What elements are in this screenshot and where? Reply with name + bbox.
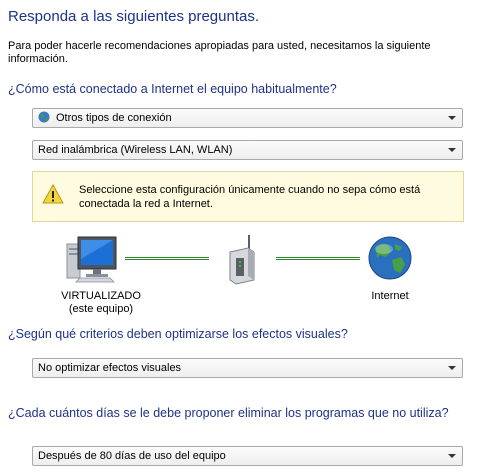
network-type-value: Red inalámbrica (Wireless LAN, WLAN) bbox=[38, 144, 233, 156]
computer-note: (este equipo) bbox=[68, 303, 134, 315]
visual-effects-question: ¿Según qué criterios deben optimizarse l… bbox=[8, 327, 348, 341]
unused-programs-value: Después de 80 días de uso del equipo bbox=[38, 450, 226, 462]
connection-diagram: VIRTUALIZADO (este equipo) Internet bbox=[0, 228, 484, 324]
intro-text: Para poder hacerle recomendaciones aprop… bbox=[8, 40, 431, 65]
warning-icon bbox=[42, 184, 64, 204]
computer-label: VIRTUALIZADO (este equipo) bbox=[46, 290, 156, 316]
computer-icon bbox=[66, 236, 117, 283]
unused-programs-select[interactable]: Después de 80 días de uso del equipo bbox=[32, 446, 463, 466]
network-type-select[interactable]: Red inalámbrica (Wireless LAN, WLAN) bbox=[32, 140, 463, 160]
link-computer-router bbox=[125, 257, 209, 260]
chevron-down-icon bbox=[448, 366, 456, 370]
internet-label: Internet bbox=[371, 290, 409, 302]
router-icon bbox=[229, 235, 255, 285]
page-title: Responda a las siguientes preguntas. bbox=[8, 8, 260, 25]
chevron-down-icon bbox=[448, 454, 456, 458]
visual-effects-select[interactable]: No optimizar efectos visuales bbox=[32, 358, 463, 378]
connection-question: ¿Cómo está conectado a Internet el equip… bbox=[8, 82, 337, 96]
warning-box: Seleccione esta configuración únicamente… bbox=[32, 171, 464, 222]
globe-icon bbox=[38, 111, 50, 123]
connection-type-value: Otros tipos de conexión bbox=[56, 112, 172, 124]
link-router-internet bbox=[276, 257, 360, 260]
unused-programs-question: ¿Cada cuántos días se le debe proponer e… bbox=[8, 406, 449, 420]
visual-effects-value: No optimizar efectos visuales bbox=[38, 362, 182, 374]
globe-icon bbox=[368, 236, 412, 280]
chevron-down-icon bbox=[448, 116, 456, 120]
connection-type-select[interactable]: Otros tipos de conexión bbox=[32, 108, 463, 128]
chevron-down-icon bbox=[448, 148, 456, 152]
warning-text: Seleccione esta configuración únicamente… bbox=[79, 184, 421, 210]
computer-name: VIRTUALIZADO bbox=[61, 290, 141, 302]
